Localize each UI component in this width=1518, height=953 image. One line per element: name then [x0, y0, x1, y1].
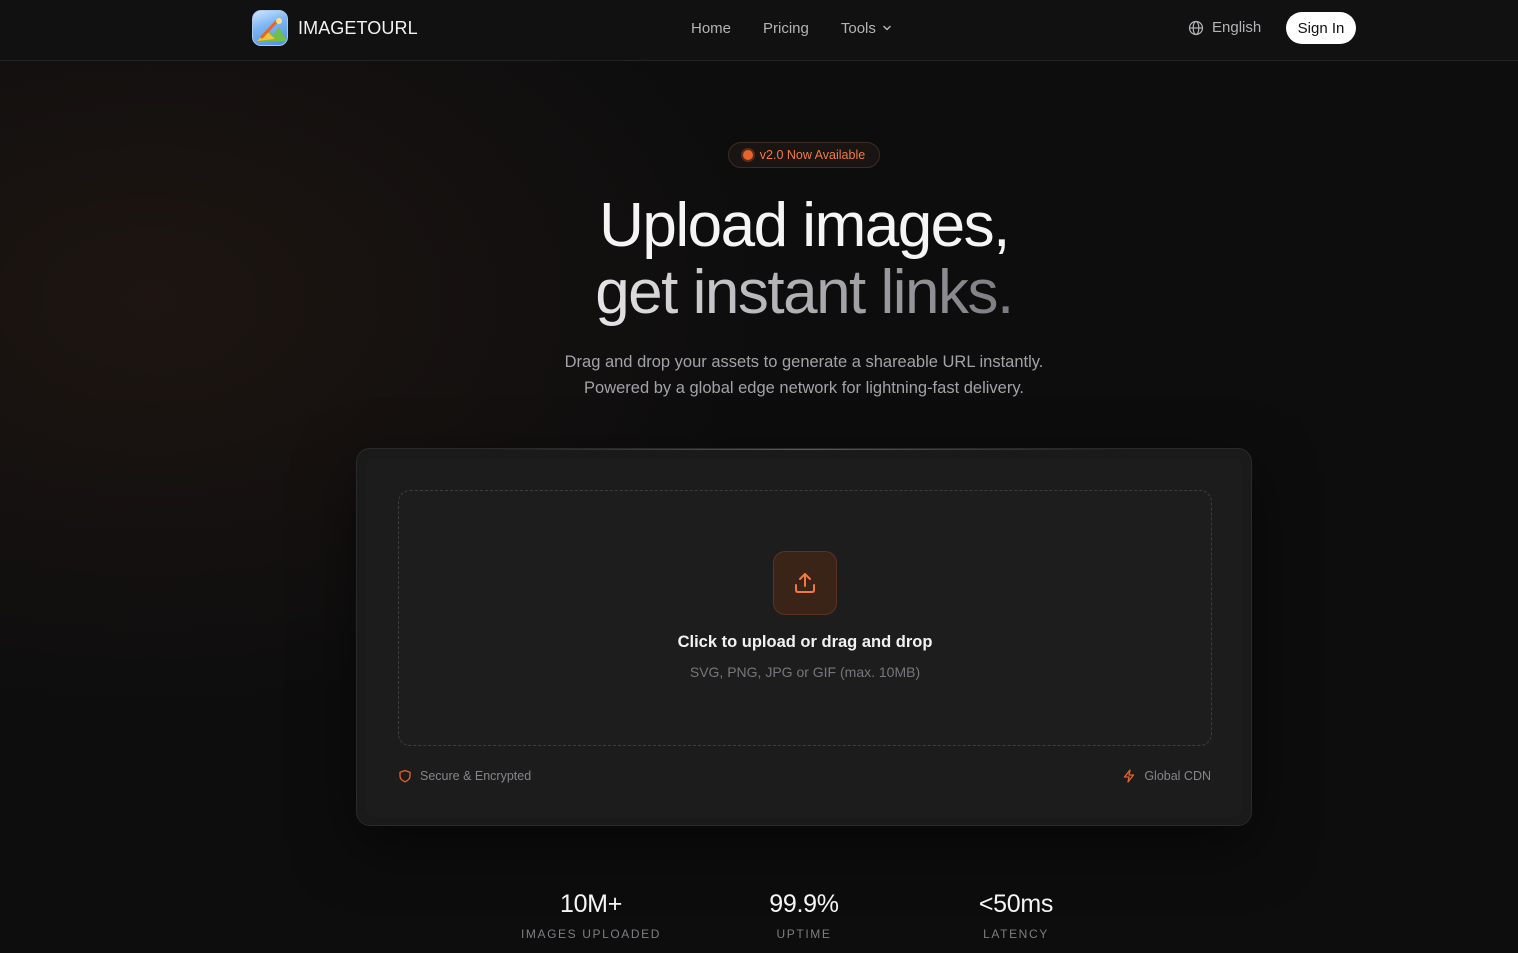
cdn-feature: Global CDN	[1122, 769, 1211, 783]
brand-logo-icon	[252, 10, 288, 46]
hero-title-line1: Upload images,	[599, 191, 1010, 260]
upload-icon	[773, 551, 837, 615]
chevron-down-icon	[883, 25, 891, 31]
version-badge-label: v2.0 Now Available	[759, 148, 866, 162]
status-dot-icon	[742, 150, 753, 160]
version-badge[interactable]: v2.0 Now Available	[728, 142, 880, 168]
upload-dropzone[interactable]: Click to upload or drag and drop SVG, PN…	[398, 490, 1212, 746]
stat-images-uploaded: 10M+ IMAGES UPLOADED	[491, 890, 691, 941]
top-navbar: IMAGETOURL Home Pricing Tools English Si…	[0, 0, 1518, 61]
stat-latency: <50ms LATENCY	[916, 890, 1116, 941]
stat-value: 10M+	[559, 890, 623, 918]
stat-label: UPTIME	[776, 927, 832, 941]
stat-value: <50ms	[978, 890, 1054, 918]
brand-name: IMAGETOURL	[298, 17, 418, 38]
stat-value: 99.9%	[769, 890, 839, 918]
globe-icon	[1188, 20, 1204, 35]
language-label: English	[1212, 19, 1262, 36]
hero-title-line2-text: get instant links.	[595, 258, 1014, 327]
stat-label: LATENCY	[983, 927, 1049, 941]
nav-link-tools-label: Tools	[840, 19, 876, 37]
dropzone-subtitle: SVG, PNG, JPG or GIF (max. 10MB)	[689, 664, 921, 680]
shield-icon	[399, 769, 411, 783]
upload-card: Click to upload or drag and drop SVG, PN…	[356, 448, 1252, 826]
hero-title-line2: get instant links.	[0, 262, 1518, 324]
hero-subtitle-line1: Drag and drop your assets to generate a …	[564, 353, 1044, 371]
lightning-icon	[1124, 769, 1135, 783]
nav-link-tools[interactable]: Tools	[841, 20, 892, 37]
nav-link-pricing[interactable]: Pricing	[763, 20, 809, 37]
secure-feature: Secure & Encrypted	[398, 769, 531, 783]
stat-uptime: 99.9% UPTIME	[704, 890, 904, 941]
hero-subtitle-line2: Powered by a global edge network for lig…	[584, 379, 1024, 397]
nav-link-home[interactable]: Home	[691, 20, 731, 37]
cdn-label: Global CDN	[1144, 769, 1211, 783]
sign-in-button[interactable]: Sign In	[1286, 12, 1356, 44]
secure-label: Secure & Encrypted	[420, 769, 532, 783]
brand[interactable]: IMAGETOURL	[252, 10, 418, 46]
dropzone-title: Click to upload or drag and drop	[677, 633, 933, 651]
language-selector[interactable]: English	[1188, 19, 1261, 36]
stat-label: IMAGES UPLOADED	[520, 927, 662, 941]
nav-links: Home Pricing Tools	[691, 0, 892, 56]
